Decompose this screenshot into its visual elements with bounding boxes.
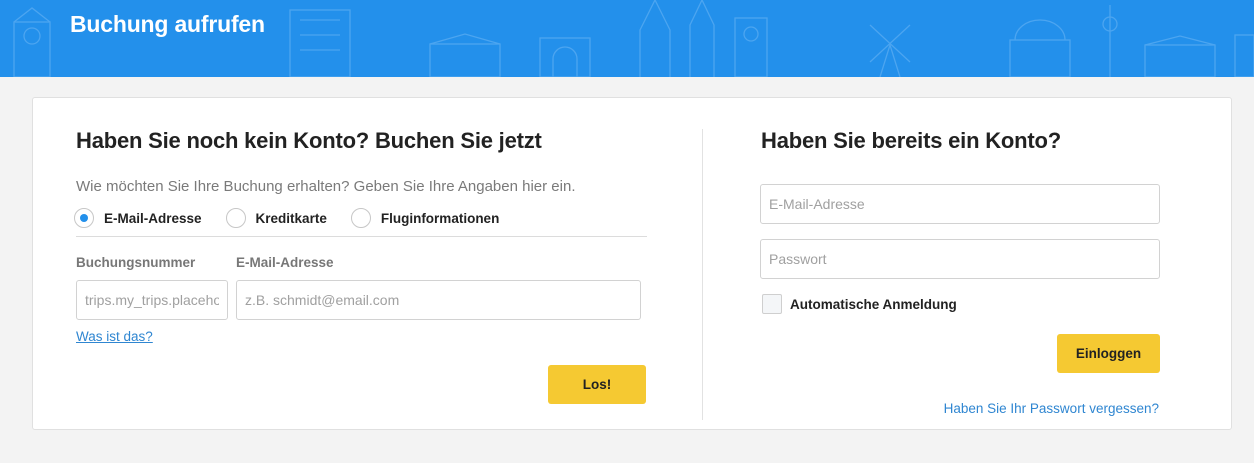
radio-credit-card-label: Kreditkarte [255, 210, 327, 226]
booking-number-input[interactable] [76, 280, 228, 320]
login-section-title: Haben Sie bereits ein Konto? [761, 128, 1062, 153]
what-is-this-link[interactable]: Was ist das? [76, 329, 153, 344]
auto-login-label: Automatische Anmeldung [790, 296, 957, 312]
radio-email-label: E-Mail-Adresse [104, 210, 202, 226]
delivery-method-radio-group: E-Mail-Adresse Kreditkarte Fluginformati… [74, 208, 523, 228]
booking-card: Haben Sie noch kein Konto? Buchen Sie je… [32, 97, 1232, 430]
submit-booking-button[interactable]: Los! [548, 365, 646, 404]
page-header: Buchung aufrufen [0, 0, 1254, 77]
radio-flight-info[interactable]: Fluginformationen [350, 208, 500, 228]
guest-section-title: Haben Sie noch kein Konto? Buchen Sie je… [76, 128, 542, 153]
login-email-input[interactable] [760, 184, 1160, 224]
login-password-input[interactable] [760, 239, 1160, 279]
section-divider [76, 236, 647, 237]
booking-number-label: Buchungsnummer [76, 255, 196, 270]
login-button[interactable]: Einloggen [1057, 334, 1160, 373]
forgot-password-link[interactable]: Haben Sie Ihr Passwort vergessen? [944, 401, 1159, 416]
radio-flight-info-label: Fluginformationen [380, 210, 500, 226]
radio-credit-card-circle[interactable] [225, 208, 246, 228]
column-divider [702, 129, 703, 420]
guest-email-input[interactable] [236, 280, 641, 320]
auto-login-checkbox[interactable] [762, 294, 782, 314]
radio-email[interactable]: E-Mail-Adresse [74, 208, 202, 228]
page-title: Buchung aufrufen [70, 11, 265, 37]
radio-email-circle[interactable] [74, 208, 94, 228]
guest-section-subtitle: Wie möchten Sie Ihre Buchung erhalten? G… [76, 178, 576, 195]
radio-credit-card[interactable]: Kreditkarte [225, 208, 327, 228]
radio-flight-info-circle[interactable] [350, 208, 371, 228]
guest-email-label: E-Mail-Adresse [236, 255, 334, 270]
auto-login-option[interactable]: Automatische Anmeldung [762, 294, 957, 314]
